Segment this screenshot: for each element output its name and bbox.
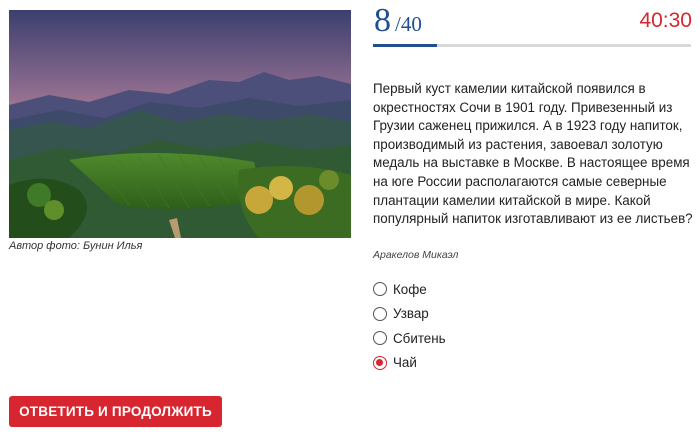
option-label: Сбитень: [393, 330, 446, 346]
option-coffee[interactable]: Кофе: [373, 277, 446, 302]
total-questions: /40: [395, 12, 422, 36]
radio-icon[interactable]: [373, 282, 387, 297]
radio-icon[interactable]: [373, 331, 387, 346]
radio-icon[interactable]: [373, 306, 387, 321]
option-label: Кофе: [393, 281, 427, 297]
landscape-photo: [9, 10, 351, 238]
option-sbiten[interactable]: Сбитень: [373, 326, 446, 351]
progress-fill: [373, 44, 437, 47]
option-tea[interactable]: Чай: [373, 351, 446, 376]
option-label: Чай: [393, 355, 417, 371]
question-author: Аракелов Микаэл: [373, 249, 459, 261]
option-label: Узвар: [393, 306, 429, 322]
answer-options: Кофе Узвар Сбитень Чай: [373, 277, 446, 375]
photo-caption: Автор фото: Бунин Илья: [9, 240, 143, 252]
current-question-number: 8: [374, 2, 391, 39]
question-text: Первый куст камелии китайской появился в…: [373, 81, 693, 227]
landscape-image: [9, 10, 351, 238]
option-uzvar[interactable]: Узвар: [373, 302, 446, 327]
submit-button[interactable]: ОТВЕТИТЬ И ПРОДОЛЖИТЬ: [9, 396, 222, 427]
timer: 40:30: [639, 9, 692, 32]
progress-bar: [373, 44, 691, 47]
radio-icon[interactable]: [373, 355, 387, 370]
question-counter: 8/40: [374, 4, 422, 38]
